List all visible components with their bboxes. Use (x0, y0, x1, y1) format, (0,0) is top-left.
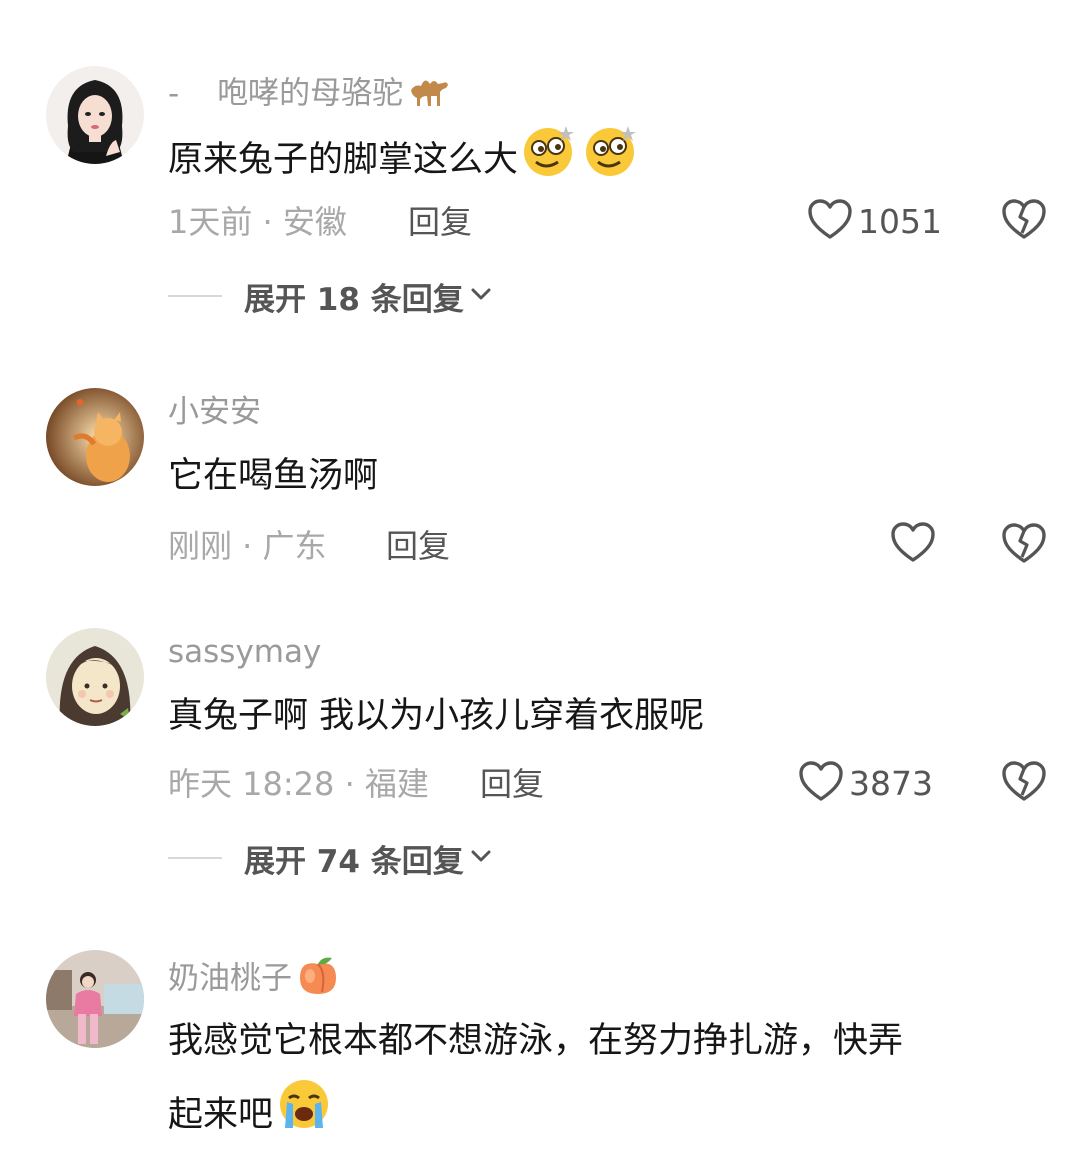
comment-meta: 1天前 · 安徽 (168, 203, 347, 241)
like-count: 1051 (858, 202, 942, 241)
username[interactable]: 小安安 (168, 392, 261, 432)
avatar[interactable] (46, 950, 144, 1048)
comment-item: 小安安 它在喝鱼汤啊 刚刚 · 广东 回复 (0, 380, 1080, 590)
comment-text-line: 起来吧 (168, 1076, 1048, 1156)
comment-text: 原来兔子的脚掌这么大 (168, 122, 640, 200)
like-button[interactable] (891, 522, 941, 568)
comment-text: 它在喝鱼汤啊 (168, 456, 379, 496)
like-button[interactable]: 1051 (808, 199, 942, 245)
comment-item: 奶油桃子 我感觉它根本都不想游泳，在努力挣扎游，快弄 起来吧 (0, 940, 1080, 1148)
reply-button[interactable]: 回复 (480, 764, 544, 804)
chevron-down-icon (470, 286, 492, 306)
dislike-button[interactable] (1002, 523, 1046, 567)
comment-meta: 刚刚 · 广东 (168, 527, 327, 565)
like-button[interactable]: 3873 (799, 761, 933, 807)
like-count: 3873 (849, 764, 933, 803)
woozy-face-icon (520, 122, 578, 200)
broken-heart-icon (1002, 199, 1046, 245)
avatar[interactable] (46, 388, 144, 486)
comment-item: - 咆哮的母骆驼 原来兔子的脚掌这么大 1天前 · 安徽 回复 1051 展开 … (0, 0, 1080, 340)
reply-button[interactable]: 回复 (386, 526, 450, 566)
avatar[interactable] (46, 66, 144, 164)
peach-icon (296, 954, 340, 1006)
username[interactable]: - 咆哮的母骆驼 (168, 70, 451, 120)
camel-icon (407, 70, 451, 120)
broken-heart-icon (1002, 523, 1046, 569)
username-prefix: - (168, 75, 180, 112)
username-text: 奶油桃子 (168, 960, 292, 997)
expand-replies-label: 展开 74 条回复 (244, 843, 464, 880)
comment-text-line: 我感觉它根本都不想游泳，在努力挣扎游，快弄 (168, 1021, 904, 1061)
heart-icon (808, 199, 852, 245)
heart-icon (799, 761, 843, 807)
divider (168, 295, 222, 297)
expand-replies-label: 展开 18 条回复 (244, 281, 464, 318)
comment-text-content: 原来兔子的脚掌这么大 (168, 140, 519, 180)
username[interactable]: sassymay (168, 632, 321, 672)
divider (168, 857, 222, 859)
comment-item: sassymay 真兔子啊 我以为小孩儿穿着衣服呢 昨天 18:28 · 福建 … (0, 620, 1080, 900)
dislike-button[interactable] (1002, 761, 1046, 805)
avatar[interactable] (46, 628, 144, 726)
heart-icon (891, 522, 935, 568)
username[interactable]: 奶油桃子 (168, 954, 340, 1006)
woozy-face-icon (582, 122, 640, 200)
comment-meta: 昨天 18:28 · 福建 (168, 765, 429, 803)
comment-text-content: 起来吧 (168, 1095, 274, 1135)
chevron-down-icon (470, 848, 492, 868)
expand-replies-button[interactable]: 展开 18 条回复 (168, 276, 492, 318)
dislike-button[interactable] (1002, 199, 1046, 243)
comment-text: 我感觉它根本都不想游泳，在努力挣扎游，快弄 起来吧 (168, 1006, 1048, 1156)
reply-button[interactable]: 回复 (408, 202, 472, 242)
loudly-crying-face-icon (275, 1076, 333, 1156)
broken-heart-icon (1002, 761, 1046, 807)
comment-text: 真兔子啊 我以为小孩儿穿着衣服呢 (168, 696, 705, 736)
expand-replies-button[interactable]: 展开 74 条回复 (168, 838, 492, 880)
username-text: 咆哮的母骆驼 (217, 75, 404, 112)
